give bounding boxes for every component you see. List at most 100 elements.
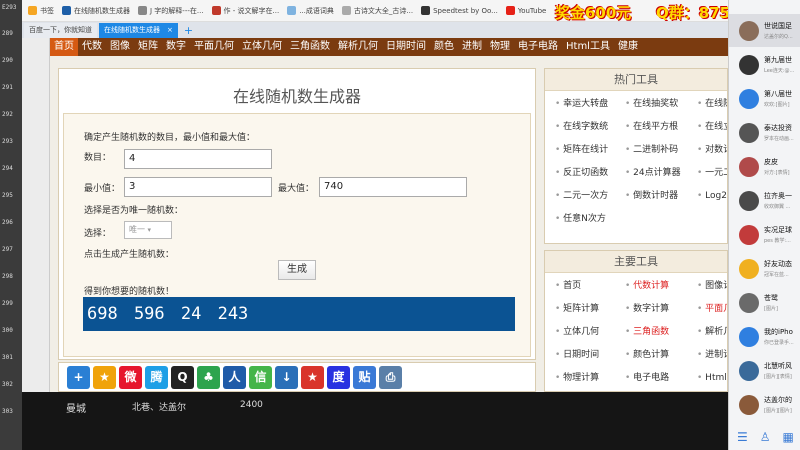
tool-link[interactable]: 二元一次方 — [555, 187, 625, 206]
chat-preview: pes 教学:... — [764, 238, 791, 244]
tool-link[interactable]: 对数计 — [697, 141, 727, 160]
chat-item[interactable]: 拉齐奥一 收欢御翼 ... — [729, 184, 800, 217]
tool-link[interactable]: 矩阵计算 — [555, 300, 625, 319]
tool-link[interactable]: 电子电路 — [625, 369, 697, 388]
chat-item[interactable]: 好友动态 冠军在蓝... — [729, 252, 800, 285]
bookmark-item[interactable]: YouTube — [505, 6, 546, 15]
tool-link[interactable]: 三角函数 — [625, 323, 697, 342]
bookmark-item[interactable]: J 字的解释---在... — [138, 6, 204, 16]
nav-item[interactable]: 电子电路 — [514, 38, 562, 56]
bookmark-item[interactable]: ...成语词典 — [287, 6, 334, 16]
min-input[interactable]: 3 — [124, 177, 272, 197]
nav-item[interactable]: 物理 — [486, 38, 514, 56]
nav-item[interactable]: 矩阵 — [134, 38, 162, 56]
new-tab-button[interactable]: + — [180, 23, 197, 38]
avatar — [739, 122, 759, 143]
tool-link[interactable]: 二进制补码 — [625, 141, 697, 160]
row-number: 294 — [2, 165, 13, 172]
pin-share-icon[interactable]: ↓ — [275, 365, 298, 389]
tencent-share-icon[interactable]: 腾 — [145, 365, 168, 389]
tool-link[interactable]: 日期时间 — [555, 346, 625, 365]
tool-link[interactable]: 24点计算器 — [625, 164, 697, 183]
tool-link[interactable]: 反正切函数 — [555, 164, 625, 183]
browser-tab[interactable]: 在线随机数生成器 × — [99, 23, 178, 38]
tool-link[interactable]: 倒数计时器 — [625, 187, 697, 206]
nav-item[interactable]: 颜色 — [430, 38, 458, 56]
tool-link[interactable]: 在线平方根 — [625, 118, 697, 137]
bookmark-item[interactable]: 古诗文大全_古诗... — [341, 6, 413, 16]
nav-item[interactable]: 解析几何 — [334, 38, 382, 56]
tieba-share-icon[interactable]: 贴 — [353, 365, 376, 389]
apps-icon[interactable]: ▦ — [783, 430, 794, 444]
tool-link[interactable]: 在线字数统 — [555, 118, 625, 137]
add-contact-icon[interactable]: ♙ — [760, 430, 771, 444]
tool-link[interactable]: 进制计 — [697, 346, 727, 365]
nav-item[interactable]: 数字 — [162, 38, 190, 56]
chat-preview: [图片][表情] — [764, 374, 792, 380]
wechat-share-icon[interactable]: 信 — [249, 365, 272, 389]
bookmark-item[interactable]: 在线随机数生成器 — [62, 6, 130, 16]
chat-item[interactable]: 达盖尔的 [图片][图片] — [729, 388, 800, 421]
tool-link[interactable]: 数字计算 — [625, 300, 697, 319]
nav-item[interactable]: 立体几何 — [238, 38, 286, 56]
count-input[interactable]: 4 — [124, 149, 272, 169]
tool-link[interactable]: 首页 — [555, 277, 625, 296]
nav-item[interactable]: 代数 — [78, 38, 106, 56]
tool-link[interactable]: 矩阵在线计 — [555, 141, 625, 160]
chat-item[interactable]: 第九届世 Lee连天:@... — [729, 48, 800, 81]
avatar — [739, 292, 759, 313]
chat-item[interactable]: 我的iPho 你已登录手... — [729, 320, 800, 353]
chat-item[interactable]: 世说国足 达盖尔的Q... — [729, 14, 800, 47]
nav-item[interactable]: 三角函数 — [286, 38, 334, 56]
tool-link[interactable]: 颜色计算 — [625, 346, 697, 365]
nav-item[interactable]: Html工具 — [562, 38, 614, 56]
bookmark-item[interactable]: 作 - 说文解字在... — [211, 6, 279, 16]
qq-share-icon[interactable]: Q — [171, 365, 194, 389]
weibo-share-icon[interactable]: 微 — [119, 365, 142, 389]
nav-item[interactable]: 平面几何 — [190, 38, 238, 56]
browser-tab[interactable]: 百度一下，你就知道 — [24, 23, 97, 38]
tool-link[interactable]: 在线抽奖软 — [625, 95, 697, 114]
tool-link[interactable]: 一元二 — [697, 164, 727, 183]
tool-link[interactable]: 在线随 — [697, 95, 727, 114]
chat-item[interactable]: 北慧听风 [图片][表情] — [729, 354, 800, 387]
tool-link[interactable]: 解析几 — [697, 323, 727, 342]
tool-link[interactable]: Html工 — [697, 369, 727, 388]
nav-item[interactable]: 进制 — [458, 38, 486, 56]
tool-link[interactable]: 在线立 — [697, 118, 727, 137]
nav-item[interactable]: 图像 — [106, 38, 134, 56]
chat-item[interactable]: 苍鹭 [图片] — [729, 286, 800, 319]
print-share-icon[interactable]: ⎙ — [379, 365, 402, 389]
baidu-share-icon[interactable]: 度 — [327, 365, 350, 389]
max-input[interactable]: 740 — [319, 177, 467, 197]
chat-name: 皮皮 — [764, 158, 778, 166]
bookmark-item[interactable]: 书签 — [28, 6, 54, 16]
generate-button[interactable]: 生成 — [278, 260, 316, 280]
unique-select[interactable]: 唯一 ▾ — [124, 221, 172, 239]
clover-share-icon[interactable]: ♣ — [197, 365, 220, 389]
chat-item[interactable]: 实况足球 pes 教学:... — [729, 218, 800, 251]
star-share-icon[interactable]: ★ — [93, 365, 116, 389]
close-icon[interactable]: × — [167, 23, 173, 38]
tool-link[interactable]: 物理计算 — [555, 369, 625, 388]
nav-item[interactable]: 日期时间 — [382, 38, 430, 56]
nav-item[interactable]: 首页 — [50, 38, 78, 56]
chat-item[interactable]: 泰达投资 罗本在动画... — [729, 116, 800, 149]
chat-text: 达盖尔的 [图片][图片] — [764, 395, 792, 414]
tool-link[interactable]: 幸运大转盘 — [555, 95, 625, 114]
tool-link[interactable]: 立体几何 — [555, 323, 625, 342]
bookmark-item[interactable]: Speedtest by Oo... — [421, 6, 498, 15]
favorite-share-icon[interactable]: ★ — [301, 365, 324, 389]
renren-share-icon[interactable]: 人 — [223, 365, 246, 389]
nav-item[interactable]: 健康 — [614, 38, 642, 56]
tool-link[interactable]: 图像计 — [697, 277, 727, 296]
tool-link[interactable]: 平面几 — [697, 300, 727, 319]
chat-item[interactable]: 第八届世 欢欢:[图片] — [729, 82, 800, 115]
tool-link[interactable]: 任意N次方 — [555, 210, 625, 229]
avatar — [739, 20, 759, 41]
add-share-icon[interactable]: + — [67, 365, 90, 389]
menu-icon[interactable]: ☰ — [737, 430, 748, 444]
tool-link[interactable]: 代数计算 — [625, 277, 697, 296]
chat-item[interactable]: 皮皮 对方:[表情] — [729, 150, 800, 183]
tool-link[interactable]: Log2在 — [697, 187, 727, 206]
